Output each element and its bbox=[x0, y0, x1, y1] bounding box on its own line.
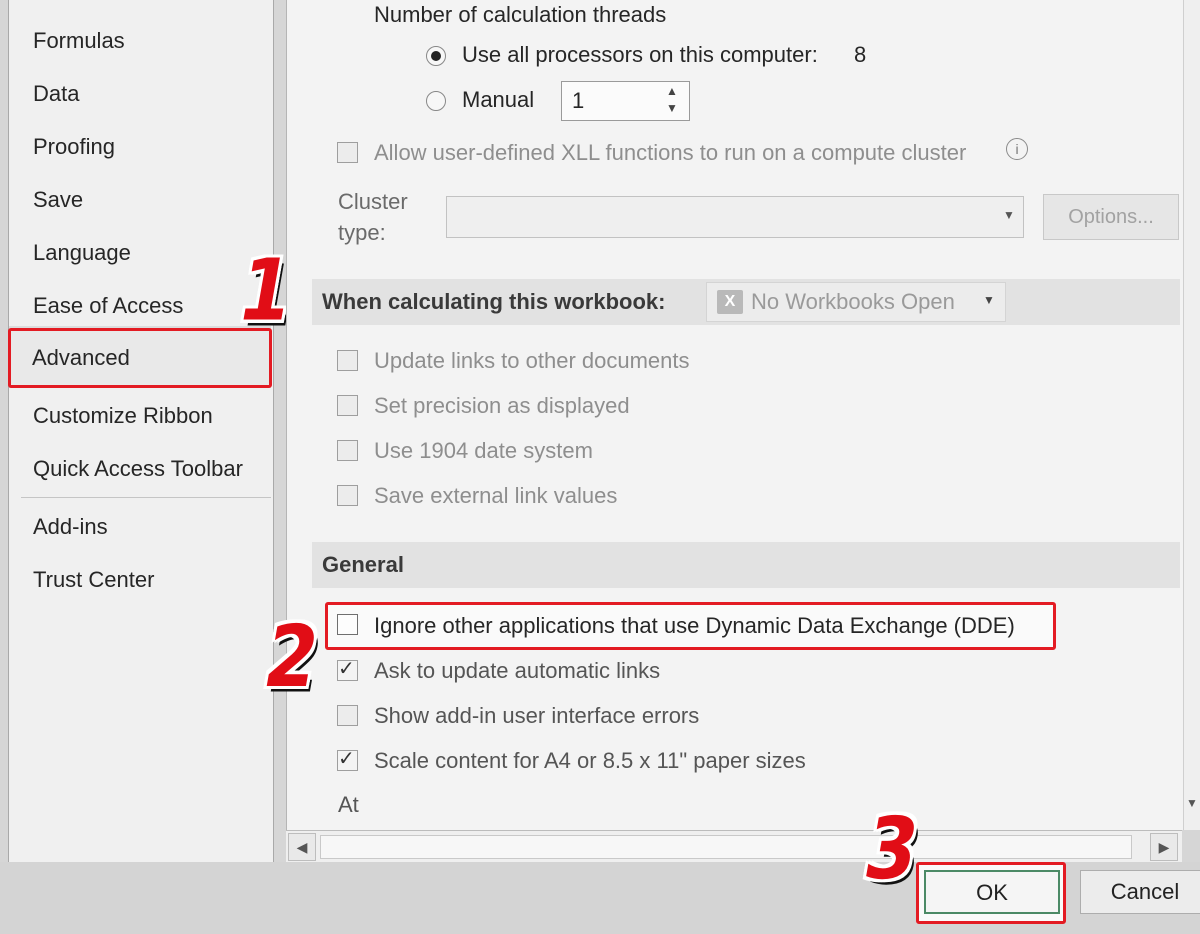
spin-up-icon[interactable]: ▲ bbox=[666, 84, 678, 98]
update-links-checkbox[interactable] bbox=[337, 350, 358, 371]
addin-errors-label: Show add-in user interface errors bbox=[374, 703, 700, 728]
cluster-type-dropdown[interactable]: ▼ bbox=[446, 196, 1024, 238]
ask-update-links-checkbox[interactable]: ✓ bbox=[337, 658, 358, 681]
workbook-section-title: When calculating this workbook: bbox=[322, 289, 666, 314]
processor-count: 8 bbox=[854, 42, 867, 67]
ignore-dde-checkbox[interactable] bbox=[337, 614, 358, 635]
sidebar-item-add-ins[interactable]: Add-ins bbox=[33, 512, 108, 542]
scroll-down-icon[interactable]: ▼ bbox=[1186, 796, 1198, 810]
sidebar-item-advanced[interactable]: Advanced bbox=[32, 343, 130, 373]
info-icon[interactable]: i bbox=[1006, 138, 1028, 160]
sidebar-divider bbox=[21, 497, 271, 498]
set-precision-label: Set precision as displayed bbox=[374, 393, 630, 418]
ok-button[interactable]: OK bbox=[924, 870, 1060, 914]
use-all-processors-radio[interactable] bbox=[426, 46, 446, 66]
date-1904-checkbox[interactable] bbox=[337, 440, 358, 461]
horizontal-scrollbar[interactable]: ◀ ▶ bbox=[286, 830, 1182, 863]
sidebar-item-data[interactable]: Data bbox=[33, 79, 79, 109]
radio-selected-dot bbox=[431, 51, 441, 61]
checkmark-icon: ✓ bbox=[338, 658, 355, 680]
manual-threads-spinner[interactable]: 1 ▲ ▼ bbox=[561, 81, 690, 121]
chevron-down-icon: ▼ bbox=[983, 293, 995, 307]
manual-threads-radio[interactable] bbox=[426, 91, 446, 111]
cluster-type-label-line2: type: bbox=[338, 220, 386, 245]
manual-threads-label: Manual bbox=[462, 87, 535, 112]
cancel-button[interactable]: Cancel bbox=[1080, 870, 1200, 914]
sidebar-item-customize-ribbon[interactable]: Customize Ribbon bbox=[33, 401, 213, 431]
scroll-left-icon[interactable]: ◀ bbox=[288, 833, 316, 861]
addin-errors-checkbox[interactable] bbox=[337, 705, 358, 726]
save-external-links-checkbox[interactable] bbox=[337, 485, 358, 506]
general-section-header bbox=[312, 542, 1180, 588]
sidebar-item-trust-center[interactable]: Trust Center bbox=[33, 565, 154, 595]
spin-down-icon[interactable]: ▼ bbox=[666, 101, 678, 115]
update-links-label: Update links to other documents bbox=[374, 348, 690, 373]
checkmark-icon: ✓ bbox=[338, 748, 355, 770]
sidebar-item-language[interactable]: Language bbox=[33, 238, 131, 268]
horizontal-scroll-thumb[interactable] bbox=[320, 835, 1132, 859]
ignore-dde-label: Ignore other applications that use Dynam… bbox=[374, 613, 1015, 638]
use-all-processors-label: Use all processors on this computer: bbox=[462, 42, 818, 67]
sidebar-item-save[interactable]: Save bbox=[33, 185, 83, 215]
sidebar-item-quick-access-toolbar[interactable]: Quick Access Toolbar bbox=[33, 454, 243, 484]
ask-update-links-label: Ask to update automatic links bbox=[374, 658, 661, 683]
xll-cluster-label: Allow user-defined XLL functions to run … bbox=[374, 140, 967, 165]
chevron-down-icon: ▼ bbox=[1003, 208, 1015, 222]
save-external-links-label: Save external link values bbox=[374, 483, 618, 508]
manual-threads-value: 1 bbox=[572, 88, 585, 113]
at-startup-label: At bbox=[338, 792, 359, 817]
sidebar-item-proofing[interactable]: Proofing bbox=[33, 132, 115, 162]
excel-icon: X bbox=[717, 290, 743, 314]
general-section-title: General bbox=[322, 552, 404, 577]
workbook-dropdown-value: No Workbooks Open bbox=[751, 289, 955, 314]
cluster-type-label-line1: Cluster bbox=[338, 189, 408, 214]
date-1904-label: Use 1904 date system bbox=[374, 438, 593, 463]
scale-content-label: Scale content for A4 or 8.5 x 11" paper … bbox=[374, 748, 806, 773]
xll-cluster-checkbox[interactable] bbox=[337, 142, 358, 163]
options-sidebar: Formulas Data Proofing Save Language Eas… bbox=[8, 0, 274, 863]
scroll-right-icon[interactable]: ▶ bbox=[1150, 833, 1178, 861]
set-precision-checkbox[interactable] bbox=[337, 395, 358, 416]
scale-content-checkbox[interactable]: ✓ bbox=[337, 748, 358, 771]
workbook-dropdown[interactable]: X No Workbooks Open ▼ bbox=[706, 282, 1006, 322]
calculation-threads-label: Number of calculation threads bbox=[374, 2, 667, 27]
sidebar-item-ease-of-access[interactable]: Ease of Access bbox=[33, 291, 183, 321]
vertical-scrollbar[interactable]: ▼ bbox=[1183, 0, 1200, 830]
options-button[interactable]: Options... bbox=[1043, 194, 1179, 240]
sidebar-item-formulas[interactable]: Formulas bbox=[33, 26, 125, 56]
